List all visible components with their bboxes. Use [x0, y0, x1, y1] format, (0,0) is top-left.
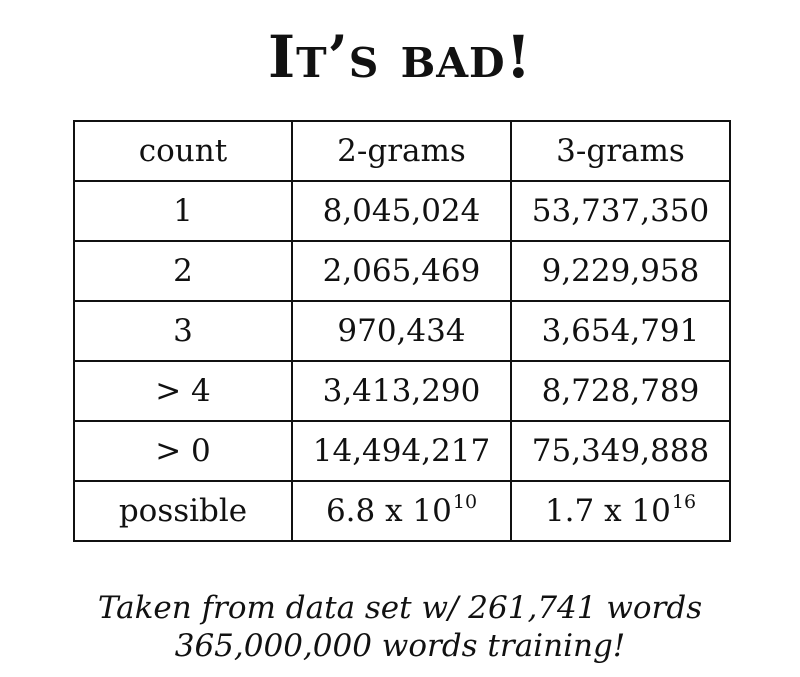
possible-bigrams-cell: 6.8 x 1010: [291, 480, 512, 542]
possible-trigrams-base: 1.7 x 10: [544, 492, 671, 529]
trigram-cell: 8,728,789: [510, 360, 731, 422]
possible-trigrams-cell: 1.7 x 1016: [510, 480, 731, 542]
table-row: 3 970,434 3,654,791: [73, 300, 731, 362]
table-row: 2 2,065,469 9,229,958: [73, 240, 731, 302]
count-cell: > 0: [73, 420, 293, 482]
bigram-cell: 970,434: [291, 300, 512, 362]
count-cell: 1: [73, 180, 293, 242]
trigram-cell: 75,349,888: [510, 420, 731, 482]
table-row-possible: possible 6.8 x 1010 1.7 x 1016: [73, 480, 731, 542]
table-row: 1 8,045,024 53,737,350: [73, 180, 731, 242]
trigram-cell: 9,229,958: [510, 240, 731, 302]
caption-training-size: 365,000,000 words training!: [174, 628, 626, 664]
count-cell: > 4: [73, 360, 293, 422]
count-cell: 2: [73, 240, 293, 302]
slide-title: It’s bad!: [267, 23, 533, 91]
bigram-cell: 8,045,024: [291, 180, 512, 242]
column-header-2-grams: 2-grams: [291, 120, 512, 182]
trigram-cell: 53,737,350: [510, 180, 731, 242]
possible-trigrams-exponent: 16: [671, 490, 697, 513]
count-cell: 3: [73, 300, 293, 362]
possible-bigrams-exponent: 10: [452, 490, 478, 513]
bigram-cell: 3,413,290: [291, 360, 512, 422]
column-header-3-grams: 3-grams: [510, 120, 731, 182]
bigram-cell: 14,494,217: [291, 420, 512, 482]
possible-bigrams-base: 6.8 x 10: [325, 492, 452, 529]
table-row: > 0 14,494,217 75,349,888: [73, 420, 731, 482]
caption-dataset-size: Taken from data set w/ 261,741 words: [97, 590, 703, 626]
column-header-count: count: [73, 120, 293, 182]
possible-label-cell: possible: [73, 480, 293, 542]
table-header-row: count 2-grams 3-grams: [73, 120, 731, 182]
trigram-cell: 3,654,791: [510, 300, 731, 362]
ngram-count-table: count 2-grams 3-grams 1 8,045,024 53,737…: [73, 120, 731, 542]
bigram-cell: 2,065,469: [291, 240, 512, 302]
table-row: > 4 3,413,290 8,728,789: [73, 360, 731, 422]
